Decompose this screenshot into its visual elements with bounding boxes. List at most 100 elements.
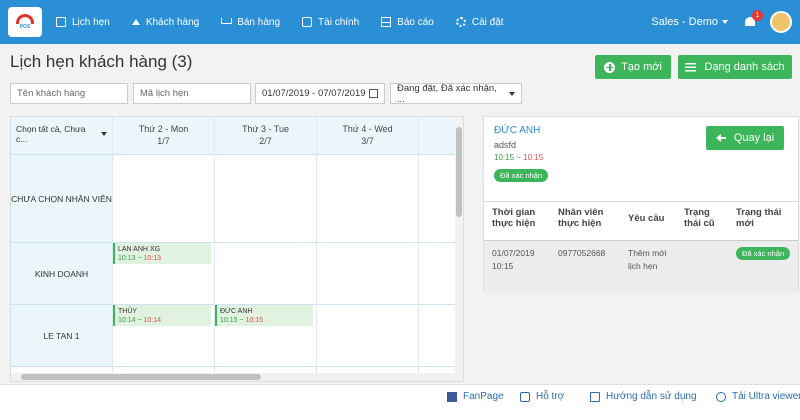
cell-time: 01/07/2019 10:15 — [492, 247, 535, 273]
scrollbar-thumb[interactable] — [456, 127, 462, 217]
horizontal-scrollbar[interactable] — [11, 373, 463, 381]
list-icon — [685, 62, 697, 72]
nav-item-reports[interactable]: Báo cáo — [381, 17, 434, 28]
detail-description: adsfd — [494, 140, 517, 150]
nav-item-customers[interactable]: Khách hàng — [131, 16, 200, 28]
chevron-down-icon — [722, 20, 728, 25]
status-badge: Đã xác nhận — [736, 247, 791, 260]
chevron-down-icon — [509, 91, 515, 96]
appointment-end: 10:14 — [143, 317, 162, 324]
nav-item-finance[interactable]: Tài chính — [302, 17, 359, 28]
status-badge: Đã xác nhận — [494, 169, 549, 182]
avatar[interactable] — [770, 11, 792, 33]
page-title: Lịch hẹn khách hàng (3) — [10, 52, 193, 71]
support-link[interactable]: Hỗ trợ — [520, 391, 564, 402]
arrow-left-icon — [715, 133, 726, 143]
main-nav: Lịch hẹn Khách hàng Bán hàng Tài chính B… — [56, 17, 526, 28]
employee-label: CHƯA CHỌN NHÂN VIÊN — [11, 155, 112, 242]
history-table-header: Thời gian thực hiện Nhân viên thực hiện … — [484, 201, 798, 241]
appointment-calendar: Chọn tất cả, Chưa c... Thứ 2 - Mon 1/7 T… — [10, 116, 464, 382]
appointment-end: 10:13 — [143, 255, 162, 262]
status-value: Đang đặt, Đã xác nhận, ... — [397, 82, 497, 105]
appointment-card[interactable]: ĐỨC ANH 10:15 ~ 10:15 — [215, 305, 313, 326]
time-separator: ~ — [135, 255, 144, 262]
back-button-label: Quay lại — [733, 132, 775, 144]
cell-request: Thêm mới lịch hẹn — [628, 248, 667, 271]
plus-circle-icon — [604, 61, 616, 73]
scrollbar-thumb[interactable] — [21, 374, 261, 380]
back-button[interactable]: Quay lại — [706, 126, 784, 150]
user-area: Sales - Demo 1 — [651, 0, 792, 44]
list-view-button[interactable]: Dạng danh sách — [678, 55, 792, 79]
report-icon — [381, 17, 392, 27]
day-column-header: Thứ 4 - Wed 3/7 — [316, 117, 418, 155]
appointment-card[interactable]: LAN ANH XG 10:13 ~ 10:13 — [113, 243, 211, 264]
grid-line — [316, 117, 317, 381]
appointment-customer: THỦY — [118, 308, 138, 315]
nav-item-appointments[interactable]: Lịch hẹn — [56, 17, 110, 28]
time-separator: ~ — [514, 153, 524, 162]
list-view-label: Dạng danh sách — [704, 61, 785, 73]
top-navbar: POS Lịch hẹn Khách hàng Bán hàng Tài chí… — [0, 0, 800, 44]
day-name: Thứ 2 - Mon — [138, 124, 189, 134]
employee-label: KINH DOANH — [11, 243, 112, 304]
employee-row: KINH DOANH — [11, 243, 463, 305]
appointment-start: 10:15 — [220, 317, 238, 324]
user-name: Sales - Demo — [651, 16, 718, 28]
employee-label: LE TAN 1 — [11, 305, 112, 366]
grid-line — [418, 117, 419, 381]
column-header: Trạng thái mới — [736, 207, 782, 229]
book-icon — [590, 391, 600, 402]
cloud-download-icon — [716, 391, 726, 402]
day-name: Thứ 4 - Wed — [342, 124, 393, 134]
app-logo[interactable]: POS — [8, 7, 42, 37]
appointment-customer: LAN ANH XG — [118, 246, 161, 253]
download-link[interactable]: Tải Ultra viewer — [716, 391, 800, 402]
column-header: Trạng thái cũ — [684, 207, 715, 229]
table-row: 01/07/2019 10:15 0977052668 Thêm mới lịc… — [484, 241, 798, 293]
guide-label: Hướng dẫn sử dụng — [606, 391, 697, 402]
column-header: Nhân viên thực hiện — [558, 207, 604, 229]
fanpage-link[interactable]: FanPage — [447, 391, 504, 402]
customer-name-placeholder: Tên khách hàng — [17, 88, 86, 99]
status-select[interactable]: Đang đặt, Đã xác nhận, ... — [390, 82, 522, 105]
notification-badge: 1 — [752, 10, 763, 21]
detail-customer-name[interactable]: ĐỨC ANH — [494, 125, 540, 136]
appointment-customer: ĐỨC ANH — [220, 308, 253, 315]
appointment-code-input[interactable]: Mã lịch hẹn — [133, 83, 251, 104]
day-column-header: Thứ 3 - Tue 2/7 — [214, 117, 316, 155]
appointment-code-placeholder: Mã lịch hẹn — [140, 88, 189, 99]
customer-name-input[interactable]: Tên khách hàng — [10, 83, 128, 104]
appointment-end: 10:15 — [245, 317, 264, 324]
nav-item-sales[interactable]: Bán hàng — [221, 17, 280, 28]
employee-select-value: Chọn tất cả, Chưa c... — [16, 124, 86, 144]
calendar-icon — [369, 89, 378, 98]
detail-start: 10:15 — [494, 153, 515, 162]
date-range-picker[interactable]: 01/07/2019 - 07/07/2019 — [255, 83, 385, 104]
appointment-card[interactable]: THỦY 10:14 ~ 10:14 — [113, 305, 211, 326]
appointment-start: 10:14 — [118, 317, 136, 324]
nav-label: Báo cáo — [397, 16, 434, 28]
vertical-scrollbar[interactable] — [455, 117, 463, 375]
guide-link[interactable]: Hướng dẫn sử dụng — [590, 391, 697, 402]
create-button[interactable]: Tạo mới — [595, 55, 671, 79]
bell-icon[interactable]: 1 — [744, 10, 763, 28]
nav-label: Bán hàng — [237, 16, 281, 28]
column-header: Yêu cầu — [628, 213, 665, 224]
day-column-header: Thứ 2 - Mon 1/7 — [112, 117, 214, 155]
fanpage-label: FanPage — [463, 391, 504, 402]
appointment-start: 10:13 — [118, 255, 136, 262]
wallet-icon — [302, 17, 313, 27]
calendar-header: Chọn tất cả, Chưa c... Thứ 2 - Mon 1/7 T… — [11, 117, 463, 155]
day-name: Thứ 3 - Tue — [241, 124, 290, 134]
employee-select[interactable]: Chọn tất cả, Chưa c... — [13, 124, 110, 144]
nav-label: Tài chính — [318, 16, 360, 28]
employee-row: CHƯA CHỌN NHÂN VIÊN — [11, 155, 463, 243]
nav-label: Khách hàng — [145, 16, 200, 28]
detail-time: 10:15 ~ 10:15 — [494, 153, 543, 162]
help-icon — [520, 391, 530, 402]
user-menu[interactable]: Sales - Demo — [651, 16, 728, 28]
gear-icon — [455, 17, 466, 27]
time-separator: ~ — [135, 317, 144, 324]
nav-item-settings[interactable]: Cài đặt — [455, 17, 504, 28]
